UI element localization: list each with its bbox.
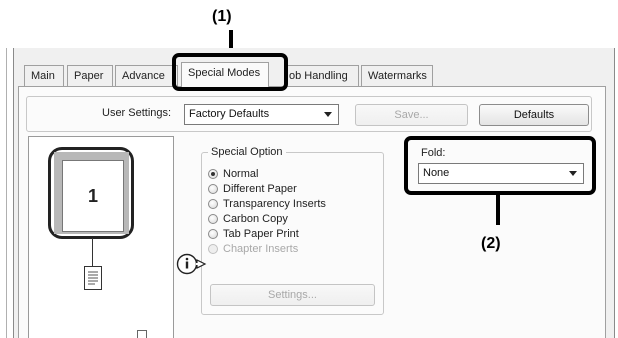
outer-frame-edge — [6, 48, 7, 338]
settings-button[interactable]: Settings... — [210, 284, 375, 306]
tab-job-handling[interactable]: ob Handling — [284, 65, 359, 86]
save-button[interactable]: Save... — [355, 104, 468, 126]
small-page-icon — [137, 330, 147, 338]
user-settings-label: User Settings: — [102, 107, 172, 119]
chevron-down-icon — [324, 112, 332, 117]
radio-button[interactable] — [208, 169, 218, 179]
document-icon — [84, 266, 102, 290]
callout-2-leader — [496, 195, 500, 225]
callout-1-label: (1) — [212, 8, 232, 25]
info-icon — [176, 253, 207, 275]
defaults-button[interactable]: Defaults — [479, 104, 589, 126]
tab-watermarks[interactable]: Watermarks — [361, 65, 433, 86]
radio-button[interactable] — [208, 184, 218, 194]
tab-main[interactable]: Main — [24, 65, 64, 86]
callout-2-highlight — [404, 136, 596, 195]
preview-connector-line — [92, 238, 93, 266]
radio-button[interactable] — [208, 229, 218, 239]
user-settings-value: Factory Defaults — [189, 108, 270, 120]
callout-1-highlight — [172, 53, 288, 91]
callout-2-label: (2) — [481, 235, 501, 252]
radio-button[interactable] — [208, 199, 218, 209]
tab-paper[interactable]: Paper — [67, 65, 113, 86]
tab-advanced[interactable]: Advance — [115, 65, 178, 86]
user-settings-select[interactable]: Factory Defaults — [184, 104, 339, 125]
preview-page-number: 1 — [62, 160, 124, 232]
radio-button[interactable] — [208, 214, 218, 224]
special-option-title: Special Option — [208, 146, 286, 158]
